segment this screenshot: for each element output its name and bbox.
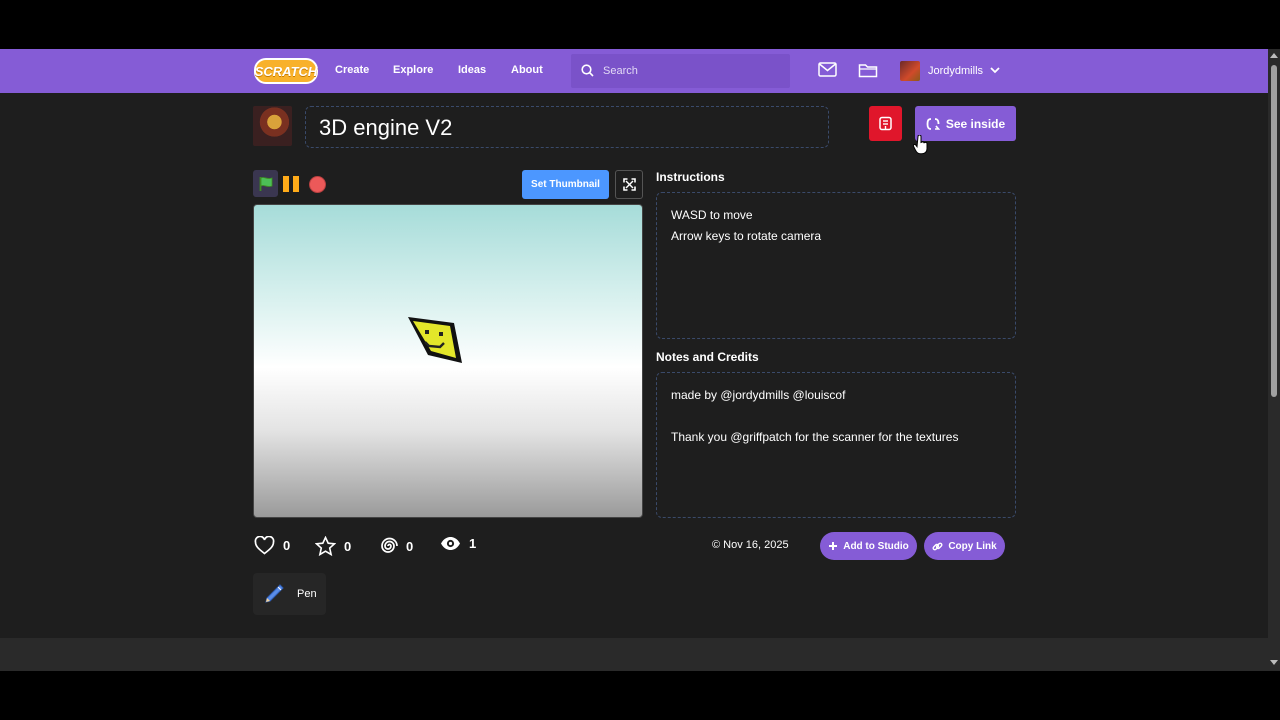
star-icon (315, 536, 336, 556)
notes-line: made by @jordydmills @louiscof (671, 388, 846, 402)
letterbox-bottom (0, 671, 1280, 720)
pause-bar-right (293, 176, 299, 192)
username[interactable]: Jordydmills (928, 65, 983, 77)
nav-ideas[interactable]: Ideas (458, 64, 486, 76)
add-to-studio-label: Add to Studio (843, 540, 909, 552)
set-thumbnail-button[interactable]: Set Thumbnail (522, 170, 609, 199)
letterbox-top (0, 0, 1280, 49)
remix-stat: 0 (378, 536, 413, 556)
nav-explore[interactable]: Explore (393, 64, 433, 76)
search-icon (581, 64, 594, 77)
fullscreen-button[interactable] (615, 170, 643, 199)
add-to-studio-button[interactable]: Add to Studio (820, 532, 917, 560)
remix-count: 0 (406, 538, 414, 554)
pause-bar-left (283, 176, 289, 192)
scroll-down-arrow-icon[interactable] (1270, 660, 1278, 665)
views-count: 1 (469, 536, 477, 551)
favorite-count: 0 (344, 538, 352, 554)
link-icon (932, 542, 943, 550)
shared-date: © Nov 16, 2025 (712, 539, 789, 551)
nav-create[interactable]: Create (335, 64, 369, 76)
heart-icon (254, 536, 275, 555)
browser-viewport: SCRATCH Create Explore Ideas About Searc… (0, 49, 1280, 671)
love-stat[interactable]: 0 (254, 536, 290, 555)
notes-heading: Notes and Credits (656, 350, 759, 364)
remix-arrows-icon (926, 117, 940, 130)
project-stage[interactable] (253, 204, 643, 518)
scratch-logo[interactable]: SCRATCH (254, 58, 318, 84)
love-count: 0 (283, 538, 291, 553)
stop-button[interactable] (309, 176, 326, 193)
plus-icon (829, 542, 838, 550)
copyright-icon: © (712, 539, 721, 551)
extension-label: Pen (297, 588, 317, 600)
see-inside-label: See inside (945, 116, 1006, 131)
green-flag-icon (259, 176, 272, 191)
my-stuff-folder-icon[interactable] (858, 62, 878, 78)
scrollbar-thumb[interactable] (1271, 65, 1277, 397)
extension-tag-pen: Pen (253, 573, 326, 615)
project-title-field[interactable]: 3D engine V2 (305, 106, 829, 148)
navbar: SCRATCH Create Explore Ideas About Searc… (0, 49, 1268, 93)
see-inside-button[interactable]: See inside (915, 106, 1016, 141)
copy-link-label: Copy Link (948, 540, 997, 552)
instructions-line: WASD to move (671, 208, 753, 222)
scroll-up-arrow-icon[interactable] (1270, 53, 1278, 58)
notes-line: Thank you @griffpatch for the scanner fo… (671, 430, 959, 444)
page-scrollbar[interactable] (1268, 49, 1280, 671)
pen-icon (265, 584, 284, 603)
nav-about[interactable]: About (511, 64, 543, 76)
project-author-avatar[interactable] (253, 106, 292, 146)
green-flag-button[interactable] (253, 170, 278, 197)
hand-cursor-icon (913, 135, 928, 155)
fullscreen-icon (622, 178, 636, 191)
copy-link-button[interactable]: Copy Link (924, 532, 1005, 560)
instructions-line: Arrow keys to rotate camera (671, 229, 822, 243)
remix-spiral-icon (381, 537, 398, 553)
favorite-stat[interactable]: 0 (315, 536, 351, 556)
page-footer (0, 638, 1268, 671)
pause-button[interactable] (283, 176, 300, 192)
views-stat: 1 (440, 536, 476, 551)
notes-text[interactable]: made by @jordydmills @louiscof Thank you… (656, 372, 1016, 518)
instructions-text[interactable]: WASD to move Arrow keys to rotate camera (656, 192, 1016, 339)
search-placeholder: Search (603, 65, 638, 77)
messages-icon[interactable] (818, 62, 837, 77)
user-avatar[interactable] (900, 61, 920, 81)
search-input[interactable]: Search (571, 54, 790, 88)
chevron-down-icon[interactable] (989, 65, 1001, 75)
report-button[interactable] (869, 106, 902, 141)
eye-icon (441, 537, 460, 550)
instructions-heading: Instructions (656, 170, 725, 184)
project-title: 3D engine V2 (319, 115, 453, 140)
report-icon (879, 116, 892, 131)
smiley-face-sprite (408, 317, 462, 363)
shared-date-text: Nov 16, 2025 (723, 539, 789, 551)
